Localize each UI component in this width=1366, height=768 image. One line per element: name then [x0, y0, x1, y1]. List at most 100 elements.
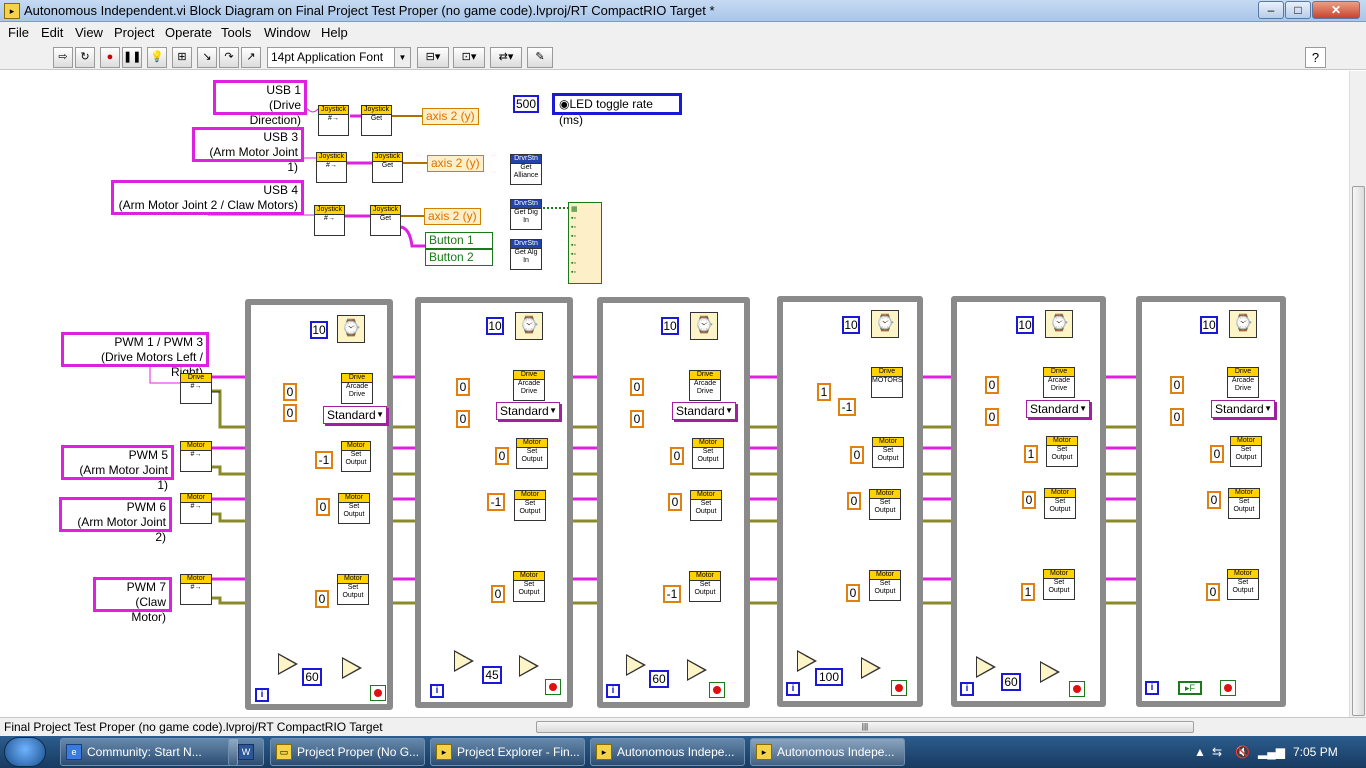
horizontal-scrollbar[interactable]: ||| — [388, 720, 1350, 734]
pwm6-value-constant[interactable]: 0 — [847, 492, 861, 510]
taskbar-item-community[interactable]: e Community: Start N... — [60, 738, 238, 766]
clock[interactable]: 7:05 PM — [1293, 745, 1338, 759]
labview-app-icon[interactable]: ▸ — [4, 3, 20, 19]
pwm6-value-constant[interactable]: 0 — [668, 493, 682, 511]
left-motor-constant[interactable]: 1 — [817, 383, 831, 401]
increment-icon[interactable]: +1 — [626, 654, 646, 676]
move-value-constant[interactable]: 0 — [1170, 376, 1184, 394]
loop-count-constant[interactable]: 60 — [649, 670, 669, 688]
wait-ms-constant[interactable]: 10 — [1200, 316, 1218, 334]
motor-set-output-vi-pwm5[interactable]: Motor Set Output — [516, 438, 548, 469]
greater-or-equal-icon[interactable]: ≥ — [687, 659, 707, 681]
wait-timer-icon[interactable]: ⌚ — [1229, 310, 1257, 338]
increment-icon[interactable]: +1 — [278, 653, 298, 675]
increment-icon[interactable]: +1 — [976, 656, 996, 678]
button2-indicator[interactable]: Button 2 — [425, 249, 493, 266]
minimize-button[interactable]: – — [1258, 1, 1284, 19]
menu-project[interactable]: Project — [114, 25, 154, 40]
pwm6-label[interactable]: PWM 6 (Arm Motor Joint 2) — [59, 497, 172, 544]
drvstn-get-alliance-vi[interactable]: DrvrStn Get Alliance — [510, 154, 542, 185]
vertical-scroll-thumb[interactable] — [1352, 186, 1365, 716]
rotate-value-constant[interactable]: 0 — [985, 408, 999, 426]
drive-mode-enum[interactable]: Standard ▼ — [1211, 400, 1275, 418]
increment-icon[interactable]: +1 — [797, 650, 817, 672]
digital-inputs-cluster-indicator[interactable]: ▦ ▪▫ ▪▫ ▪▫ ▪▫ ▪▫ ▪▫ ▪▫ — [568, 202, 602, 284]
arcade-drive-vi[interactable]: Drive Arcade Drive — [689, 370, 721, 401]
context-help-icon[interactable]: ? — [1305, 47, 1326, 68]
motor-set-output-vi-pwm7[interactable]: Motor Set Output — [513, 571, 545, 602]
clean-up-diagram-icon[interactable]: ✎ — [527, 47, 553, 68]
menu-window[interactable]: Window — [264, 25, 310, 40]
led-rate-control[interactable]: ◉LED toggle rate (ms) — [552, 93, 682, 127]
wait-ms-constant[interactable]: 10 — [486, 317, 504, 335]
tray-expand-icon[interactable]: ▲ — [1194, 745, 1206, 759]
wait-ms-constant[interactable]: 10 — [1016, 316, 1034, 334]
motor-set-output-vi-pwm5[interactable]: Motor Set Output — [872, 437, 904, 468]
run-continuously-icon[interactable]: ↻ — [75, 47, 95, 68]
wait-timer-icon[interactable]: ⌚ — [337, 315, 365, 343]
greater-or-equal-icon[interactable]: ≥ — [861, 657, 881, 679]
stop-condition-icon[interactable] — [370, 685, 386, 701]
close-window-button[interactable]: ✕ — [1312, 1, 1360, 19]
rotate-value-constant[interactable]: 0 — [630, 410, 644, 428]
motor-set-output-vi-pwm7[interactable]: Motor Set Output — [1227, 569, 1259, 600]
pwm5-value-constant[interactable]: -1 — [315, 451, 333, 469]
pause-icon[interactable]: ❚❚ — [122, 47, 142, 68]
pwm7-label[interactable]: PWM 7 (Claw Motor) — [93, 577, 172, 624]
usb3-label[interactable]: USB 3 (Arm Motor Joint 1) — [192, 127, 304, 174]
retain-wire-values-icon[interactable]: ⊞ — [172, 47, 192, 68]
distribute-objects-icon[interactable]: ⊡▾ — [453, 47, 485, 68]
step-into-icon[interactable]: ↘ — [197, 47, 217, 68]
font-selector[interactable]: 14pt Application Font ▼ — [267, 47, 411, 68]
wait-ms-constant[interactable]: 10 — [310, 321, 328, 339]
network-icon[interactable]: ⇆ — [1212, 745, 1222, 759]
motor-set-output-vi-pwm7[interactable]: Motor Set Output — [1043, 569, 1075, 600]
wait-timer-icon[interactable]: ⌚ — [690, 312, 718, 340]
stop-condition-icon[interactable] — [1069, 681, 1085, 697]
step-out-icon[interactable]: ↗ — [241, 47, 261, 68]
drvstn-get-dig-in-vi[interactable]: DrvrStn Get Dig In — [510, 199, 542, 230]
menu-view[interactable]: View — [75, 25, 103, 40]
pwm13-label[interactable]: PWM 1 / PWM 3 (Drive Motors Left / Right) — [61, 332, 209, 379]
motor-set-output-vi-pwm7[interactable]: Motor Set Output — [337, 574, 369, 605]
menu-edit[interactable]: Edit — [41, 25, 63, 40]
wait-ms-constant[interactable]: 10 — [661, 317, 679, 335]
wait-timer-icon[interactable]: ⌚ — [871, 310, 899, 338]
pwm7-value-constant[interactable]: -1 — [663, 585, 681, 603]
abort-icon[interactable]: ● — [100, 47, 120, 68]
motor-set-output-vi-pwm5[interactable]: Motor Set Output — [1046, 436, 1078, 467]
usb1-label[interactable]: USB 1 (Drive Direction) — [213, 80, 307, 127]
motor-set-output-vi-pwm7[interactable]: Motor Set Output — [689, 571, 721, 602]
menu-operate[interactable]: Operate — [165, 25, 212, 40]
pwm6-value-constant[interactable]: 0 — [1022, 491, 1036, 509]
taskbar-item-word[interactable]: W — [228, 738, 264, 766]
joystick-get-vi-3[interactable]: Joystick Get — [372, 152, 403, 183]
taskbar-item-project-explorer[interactable]: ▸ Project Explorer - Fin... — [430, 738, 585, 766]
taskbar-item-project-proper[interactable]: ▭ Project Proper (No G... — [270, 738, 425, 766]
loop-count-constant[interactable]: 100 — [815, 668, 843, 686]
stop-condition-icon[interactable] — [545, 679, 561, 695]
loop-count-constant[interactable]: 60 — [1001, 673, 1021, 691]
step-over-icon[interactable]: ↷ — [219, 47, 239, 68]
axis2-indicator-1[interactable]: axis 2 (y) — [422, 108, 479, 125]
wait-timer-icon[interactable]: ⌚ — [515, 312, 543, 340]
led-rate-constant[interactable]: 500 — [513, 95, 539, 113]
menu-tools[interactable]: Tools — [221, 25, 251, 40]
axis2-indicator-4[interactable]: axis 2 (y) — [424, 208, 481, 225]
right-motor-constant[interactable]: -1 — [838, 398, 856, 416]
arcade-drive-vi[interactable]: Drive Arcade Drive — [1043, 367, 1075, 398]
arcade-drive-vi[interactable]: Drive Arcade Drive — [1227, 367, 1259, 398]
greater-or-equal-icon[interactable]: ≥ — [519, 655, 539, 677]
highlight-execution-icon[interactable]: 💡 — [147, 47, 167, 68]
reorder-icon[interactable]: ⇄▾ — [490, 47, 522, 68]
motor-ref-vi-pwm7[interactable]: Motor #→ — [180, 574, 212, 605]
usb4-label[interactable]: USB 4 (Arm Motor Joint 2 / Claw Motors) — [111, 180, 304, 215]
drive-mode-enum[interactable]: Standard ▼ — [323, 406, 387, 424]
pwm5-value-constant[interactable]: 0 — [495, 447, 509, 465]
motor-set-output-vi-pwm6[interactable]: Motor Set Output — [514, 490, 546, 521]
pwm7-value-constant[interactable]: 1 — [1021, 583, 1035, 601]
drive-motors-vi[interactable]: Drive MOTORS — [871, 367, 903, 398]
stop-condition-icon[interactable] — [709, 682, 725, 698]
menu-help[interactable]: Help — [321, 25, 348, 40]
pwm7-value-constant[interactable]: 0 — [315, 590, 329, 608]
